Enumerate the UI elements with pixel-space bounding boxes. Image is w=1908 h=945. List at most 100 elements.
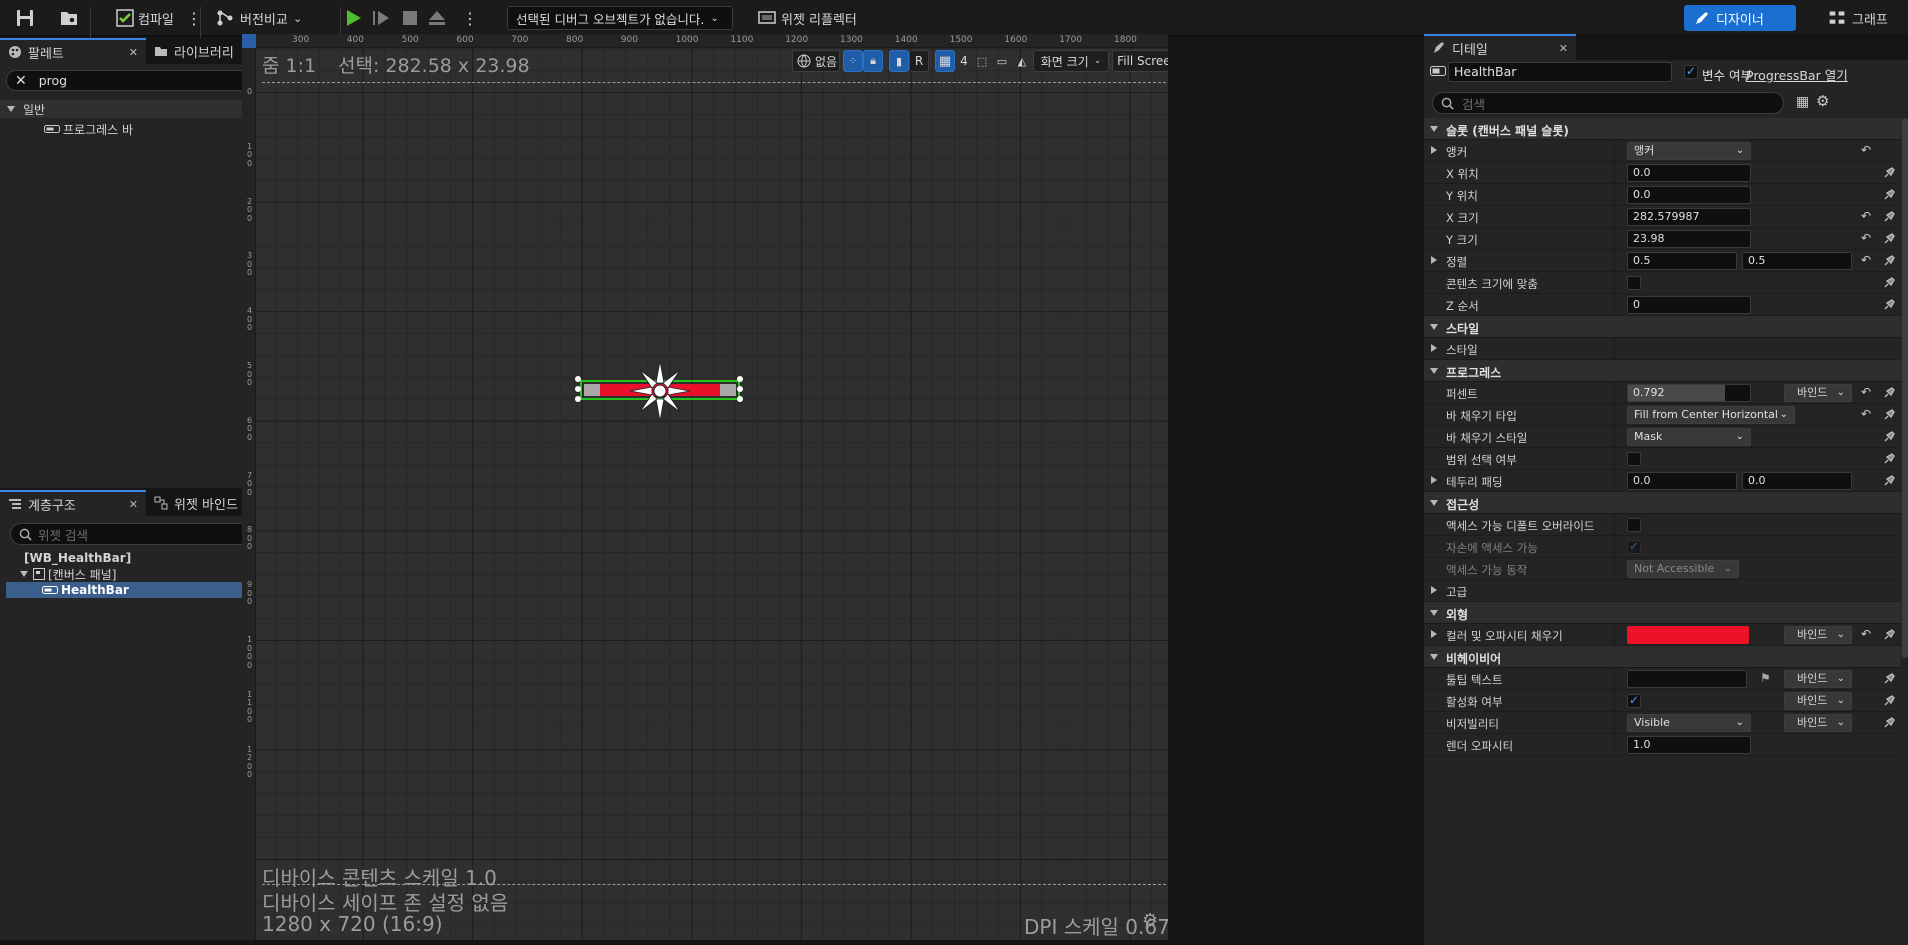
graph-mode-button[interactable]: 그래프 [1852, 0, 1888, 36]
render-opacity-input[interactable]: 1.0 [1627, 736, 1751, 754]
section-progress[interactable]: 프로그레스 [1424, 360, 1901, 382]
tooltip-text-input[interactable] [1627, 670, 1747, 688]
section-slot[interactable]: 슬롯 (캔버스 패널 슬롯) [1424, 118, 1901, 140]
color-bind-dropdown[interactable]: 바인드 ⌄ [1784, 626, 1852, 644]
reset-to-default-icon[interactable]: ↶ [1861, 407, 1871, 421]
visibility-dropdown[interactable]: Visible ⌄ [1627, 714, 1751, 732]
resize-handle[interactable] [575, 376, 581, 382]
x-position-input[interactable]: 0.0 [1627, 164, 1751, 182]
is-variable-checkbox[interactable] [1684, 64, 1698, 79]
layout-grid-button[interactable]: ⁘ [843, 50, 863, 72]
widget-reflector-button[interactable]: 위젯 리플렉터 [781, 0, 857, 36]
tooltip-bind-dropdown[interactable]: 바인드 ⌄ [1784, 670, 1852, 688]
section-behavior[interactable]: 비헤이비어 [1424, 646, 1901, 668]
size-to-content-checkbox[interactable] [1627, 276, 1641, 290]
lock-toggle-button[interactable]: 🔒︎ [863, 50, 883, 72]
visibility-bind-dropdown[interactable]: 바인드 ⌄ [1784, 714, 1852, 732]
respect-locks-button[interactable]: ▮ [889, 50, 909, 72]
open-progressbar-link[interactable]: ProgressBar 열기 [1746, 65, 1848, 84]
graph-icon[interactable] [1828, 0, 1846, 36]
compile-icon[interactable] [114, 0, 136, 36]
enabled-bind-dropdown[interactable]: 바인드 ⌄ [1784, 692, 1852, 710]
percent-slider-input[interactable]: 0.792 [1627, 384, 1751, 402]
keyframe-pin-icon[interactable] [1883, 297, 1895, 311]
details-scrollbar[interactable] [1902, 118, 1908, 658]
compile-button[interactable]: 컴파일 [138, 0, 174, 36]
localization-flag-icon[interactable]: ⚑ [1760, 671, 1771, 685]
reset-to-default-icon[interactable]: ↶ [1861, 143, 1871, 157]
eject-icon[interactable] [426, 0, 448, 36]
reset-to-default-icon[interactable]: ↶ [1861, 385, 1871, 399]
select-mode-button[interactable]: ⬚ [973, 50, 991, 72]
close-icon[interactable]: ✕ [129, 46, 138, 59]
play-options-icon[interactable]: ⋮ [462, 0, 478, 36]
y-position-input[interactable]: 0.0 [1627, 186, 1751, 204]
reset-to-default-icon[interactable]: ↶ [1861, 627, 1871, 641]
details-search-input[interactable]: 검색 [1432, 92, 1784, 114]
image-preview-button[interactable]: ▭ [993, 50, 1011, 72]
reset-to-default-icon[interactable]: ↶ [1861, 253, 1871, 267]
play-icon[interactable] [342, 0, 364, 36]
reset-to-default-icon[interactable]: ↶ [1861, 209, 1871, 223]
debug-object-dropdown[interactable]: 선택된 디버그 오브젝트가 없습니다. ⌄ [507, 6, 733, 30]
chevron-down-icon[interactable]: ⌄ [293, 0, 302, 36]
widget-reflector-icon[interactable] [756, 0, 778, 36]
step-icon[interactable] [370, 0, 392, 36]
caret-right-icon[interactable] [1431, 256, 1437, 264]
close-icon[interactable]: ✕ [1559, 42, 1568, 55]
alignment-x-input[interactable]: 0.5 [1627, 252, 1737, 270]
caret-right-icon[interactable] [1431, 344, 1437, 352]
keyframe-pin-icon[interactable] [1883, 275, 1895, 289]
fill-screen-dropdown[interactable]: Fill Screen ⌄ [1112, 50, 1168, 72]
keyframe-pin-icon[interactable] [1883, 473, 1895, 487]
caret-right-icon[interactable] [1431, 146, 1437, 154]
keyframe-pin-icon[interactable] [1883, 671, 1895, 685]
settings-gear-icon[interactable]: ⚙ [1816, 92, 1829, 110]
tab-palette[interactable]: 팔레트 ✕ [0, 38, 146, 64]
resize-handle[interactable] [575, 396, 581, 402]
keyframe-pin-icon[interactable] [1883, 209, 1895, 223]
tab-details[interactable]: 디테일 ✕ [1424, 34, 1576, 60]
bar-fill-style-dropdown[interactable]: Mask ⌄ [1627, 428, 1751, 446]
alignment-y-input[interactable]: 0.5 [1742, 252, 1852, 270]
tab-hierarchy[interactable]: 계층구조 ✕ [0, 490, 146, 516]
canvas-grid[interactable] [256, 48, 1168, 940]
percent-bind-dropdown[interactable]: 바인드 ⌄ [1784, 384, 1852, 402]
grid-snap-button[interactable]: ▦ [935, 50, 955, 72]
widget-name-input[interactable]: HealthBar [1448, 62, 1672, 82]
resize-handle[interactable] [737, 376, 743, 382]
keyframe-pin-icon[interactable] [1883, 231, 1895, 245]
resize-handle[interactable] [737, 396, 743, 402]
section-style[interactable]: 스타일 [1424, 316, 1901, 338]
keyframe-pin-icon[interactable] [1883, 165, 1895, 179]
override-accessible-checkbox[interactable] [1627, 518, 1641, 532]
property-matrix-icon[interactable]: ▦ [1796, 94, 1809, 110]
diff-icon[interactable] [214, 0, 236, 36]
designer-mode-button[interactable]: 디자이너 [1684, 5, 1796, 31]
grid-size-value[interactable]: 4 [955, 50, 973, 72]
clear-search-icon[interactable]: ✕ [15, 73, 27, 89]
resize-handle[interactable] [737, 386, 743, 392]
keyframe-pin-icon[interactable] [1883, 187, 1895, 201]
localization-button[interactable]: 없음 [792, 50, 840, 72]
anchor-flower-icon[interactable] [628, 360, 692, 422]
close-icon[interactable]: ✕ [129, 498, 138, 511]
z-order-input[interactable]: 0 [1627, 296, 1751, 314]
keyframe-pin-icon[interactable] [1883, 385, 1895, 399]
is-marquee-checkbox[interactable] [1627, 452, 1641, 466]
screen-size-dropdown[interactable]: 화면 크기 ⌄ [1033, 50, 1109, 72]
browse-icon[interactable] [58, 0, 80, 36]
version-compare-button[interactable]: 버전비교 [240, 0, 288, 36]
x-size-input[interactable]: 282.579987 [1627, 208, 1751, 226]
section-advanced[interactable]: 고급 [1424, 580, 1901, 602]
border-padding-y-input[interactable]: 0.0 [1742, 472, 1852, 490]
flip-button[interactable]: ◭ [1013, 50, 1031, 72]
border-padding-x-input[interactable]: 0.0 [1627, 472, 1737, 490]
bar-fill-type-dropdown[interactable]: Fill from Center Horizontal ⌄ [1627, 406, 1795, 424]
r-toggle-button[interactable]: R [909, 50, 929, 72]
stop-icon[interactable] [399, 0, 421, 36]
y-size-input[interactable]: 23.98 [1627, 230, 1751, 248]
keyframe-pin-icon[interactable] [1883, 715, 1895, 729]
keyframe-pin-icon[interactable] [1883, 429, 1895, 443]
keyframe-pin-icon[interactable] [1883, 253, 1895, 267]
